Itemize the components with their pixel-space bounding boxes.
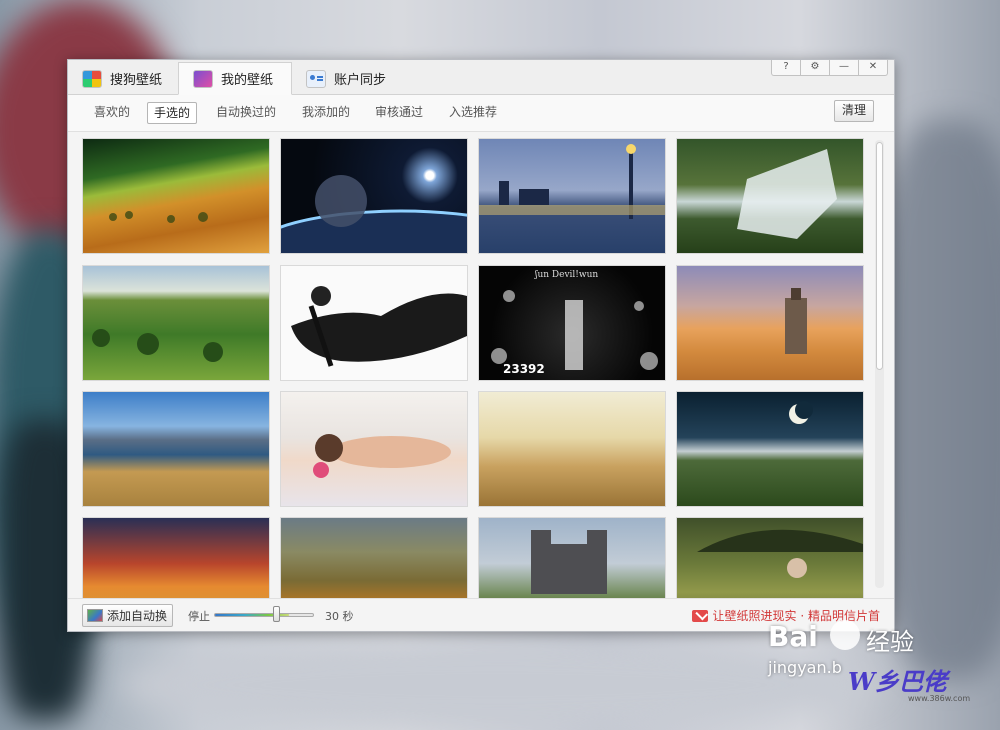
close-button[interactable]: ✕ <box>858 60 888 76</box>
grid-scrollbar[interactable] <box>875 140 884 588</box>
wallpaper-thumbnail[interactable] <box>280 517 468 598</box>
wallpaper-thumbnail[interactable] <box>280 265 468 381</box>
interval-stop-label: 停止 <box>188 610 210 623</box>
site-brand-url: www.386w.com <box>908 694 971 703</box>
interval-slider-track[interactable] <box>214 613 314 617</box>
subnav-my-added[interactable]: 我添加的 <box>296 102 356 122</box>
tab-sogou-wallpaper[interactable]: 搜狗壁纸 <box>68 62 178 95</box>
wallpaper-grid: ʃun Devil!wun 23392 <box>82 138 872 598</box>
interval-slider-thumb[interactable] <box>272 606 280 622</box>
subnav-liked[interactable]: 喜欢的 <box>88 102 136 122</box>
add-auto-switch-button[interactable]: 添加自动换 <box>82 604 174 627</box>
title-bar: 搜狗壁纸 我的壁纸 账户同步 ? ⚙ — ✕ <box>68 60 894 95</box>
thumbnail-caption-bottom: 23392 <box>503 362 545 376</box>
crescent-moon <box>789 401 813 424</box>
thumbnail-caption-top: ʃun Devil!wun <box>535 270 599 280</box>
wallpaper-thumbnail[interactable] <box>82 391 270 507</box>
site-brand-logo: W乡巴佬 <box>848 667 947 696</box>
sub-navigation: 喜欢的 手选的 自动换过的 我添加的 审核通过 入选推荐 清理 <box>68 95 894 132</box>
baidu-paw-icon <box>830 620 860 650</box>
anime-sketch-figure <box>291 286 467 367</box>
tree-silhouettes <box>109 211 208 223</box>
wallpaper-thumbnail[interactable] <box>676 517 864 598</box>
wallpaper-thumbnail[interactable] <box>676 391 864 507</box>
wallpaper-thumbnail[interactable] <box>478 138 666 254</box>
wallpaper-thumbnail[interactable] <box>676 138 864 254</box>
help-button[interactable]: ? <box>771 60 801 76</box>
sleeping-figure <box>313 434 451 478</box>
lighthouse-shape <box>785 288 807 354</box>
wallpaper-thumbnail[interactable] <box>82 138 270 254</box>
castle-shape <box>531 530 607 594</box>
wallpaper-thumbnail[interactable] <box>676 265 864 381</box>
jingyan-text: 经验 <box>866 628 914 656</box>
wallpaper-thumbnail[interactable]: ʃun Devil!wun 23392 <box>478 265 666 381</box>
account-sync-icon <box>306 69 326 88</box>
wallpaper-app-window: 搜狗壁纸 我的壁纸 账户同步 ? ⚙ — ✕ 喜欢的 手选的 自动换过的 我添加… <box>67 59 895 632</box>
wallpaper-thumbnail[interactable] <box>82 265 270 381</box>
subnav-handpicked[interactable]: 手选的 <box>147 102 198 124</box>
jingyan-url: jingyan.b <box>768 658 842 677</box>
umbrella-figure <box>697 529 863 578</box>
wallpaper-thumbnail[interactable] <box>478 391 666 507</box>
sogou-logo-icon <box>82 69 102 88</box>
tab-my-wallpaper[interactable]: 我的壁纸 <box>178 62 292 95</box>
wallpaper-thumbnail[interactable] <box>280 138 468 254</box>
wallpaper-thumbnail[interactable] <box>478 517 666 598</box>
window-controls: ? ⚙ — ✕ <box>771 60 888 76</box>
my-wallpaper-icon <box>193 69 213 88</box>
wallpaper-thumbnail[interactable] <box>82 517 270 598</box>
city-skyline <box>479 144 665 219</box>
watermark: Bai 经验 jingyan.b W乡巴佬 www.386w.com <box>768 618 988 704</box>
scrollbar-thumb[interactable] <box>876 142 883 370</box>
waterfall-shape <box>737 149 837 239</box>
mail-icon <box>691 609 708 622</box>
tab-label: 账户同步 <box>334 73 387 88</box>
baidu-logo-text: Bai <box>768 620 818 653</box>
planet-shape <box>281 175 467 253</box>
settings-button[interactable]: ⚙ <box>800 60 830 76</box>
interval-seconds-label: 30 秒 <box>325 610 354 623</box>
tab-account-sync[interactable]: 账户同步 <box>292 62 406 95</box>
minimize-button[interactable]: — <box>829 60 859 76</box>
meadow-trees <box>92 329 223 362</box>
picture-icon <box>87 609 103 622</box>
wallpaper-thumbnail[interactable] <box>280 391 468 507</box>
subnav-recommended[interactable]: 入选推荐 <box>443 102 503 122</box>
clear-button[interactable]: 清理 <box>834 100 874 122</box>
desktop-bg-bottom <box>120 640 880 730</box>
tab-label: 搜狗壁纸 <box>110 73 163 88</box>
subnav-approved[interactable]: 审核通过 <box>369 102 429 122</box>
add-auto-switch-label: 添加自动换 <box>107 609 168 623</box>
tab-label: 我的壁纸 <box>221 73 274 88</box>
subnav-auto-changed[interactable]: 自动换过的 <box>210 102 282 122</box>
